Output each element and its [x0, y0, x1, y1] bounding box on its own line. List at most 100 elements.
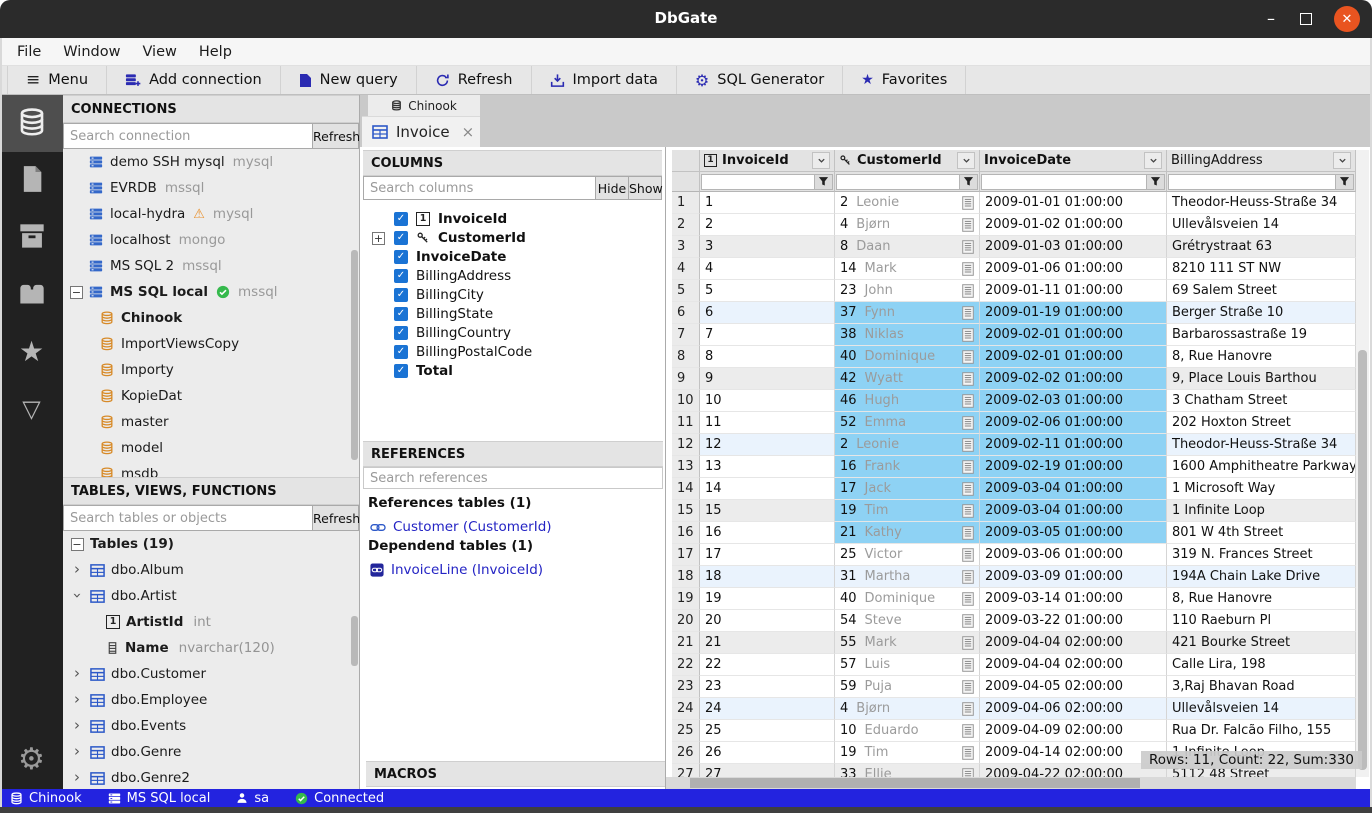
column-header-customerid[interactable]: CustomerId	[835, 150, 980, 172]
invoiceid-cell[interactable]: 20	[700, 610, 835, 632]
open-reference-icon[interactable]	[962, 262, 974, 276]
column-menu-chevron-icon[interactable]	[812, 152, 830, 169]
invoicedate-cell[interactable]: 2009-04-05 02:00:00	[980, 676, 1167, 698]
column-checkbox-row[interactable]: ✓ BillingPostalCode	[360, 342, 665, 361]
invoicedate-cell[interactable]: 2009-01-06 01:00:00	[980, 258, 1167, 280]
row-number-cell[interactable]: 8	[672, 346, 700, 368]
column-menu-chevron-icon[interactable]	[957, 152, 975, 169]
invoiceid-cell[interactable]: 5	[700, 280, 835, 302]
database-item[interactable]: KopieDat	[63, 383, 359, 409]
invoicedate-cell[interactable]: 2009-02-11 01:00:00	[980, 434, 1167, 456]
open-reference-icon[interactable]	[962, 350, 974, 364]
tree-node[interactable]: › dbo.Events	[63, 713, 359, 739]
invoicedate-cell[interactable]: 2009-04-04 02:00:00	[980, 632, 1167, 654]
open-reference-icon[interactable]	[962, 548, 974, 562]
customerid-cell[interactable]: 19 Tim	[835, 742, 980, 764]
row-number-cell[interactable]: 16	[672, 522, 700, 544]
references-search-input[interactable]	[363, 467, 663, 489]
customerid-cell[interactable]: 33 Ellie	[835, 764, 980, 777]
invoiceid-cell[interactable]: 23	[700, 676, 835, 698]
row-number-cell[interactable]: 23	[672, 676, 700, 698]
billingaddress-cell[interactable]: Barbarossastraße 19	[1167, 324, 1356, 346]
database-item[interactable]: msdb	[63, 461, 359, 477]
columns-search-input[interactable]	[363, 176, 596, 200]
column-menu-chevron-icon[interactable]	[1144, 152, 1162, 169]
grid-horizontal-scrollbar[interactable]	[666, 777, 1356, 789]
customerid-cell[interactable]: 31 Martha	[835, 566, 980, 588]
row-number-cell[interactable]: 1	[672, 192, 700, 214]
invoicedate-cell[interactable]: 2009-02-06 01:00:00	[980, 412, 1167, 434]
row-number-cell[interactable]: 9	[672, 368, 700, 390]
customerid-cell[interactable]: 4 Bjørn	[835, 698, 980, 720]
tables-refresh-button[interactable]: Refresh	[313, 505, 359, 531]
invoicedate-cell[interactable]: 2009-04-09 02:00:00	[980, 720, 1167, 742]
tree-node[interactable]: › dbo.Customer	[63, 661, 359, 687]
invoiceid-cell[interactable]: 10	[700, 390, 835, 412]
filter-funnel-icon[interactable]	[1147, 174, 1165, 190]
maximize-button[interactable]	[1300, 13, 1312, 25]
open-reference-icon[interactable]	[962, 240, 974, 254]
rail-cell-data-item[interactable]	[0, 266, 63, 323]
menu-item[interactable]: View	[131, 41, 187, 63]
open-reference-icon[interactable]	[962, 416, 974, 430]
invoicedate-cell[interactable]: 2009-01-11 01:00:00	[980, 280, 1167, 302]
column-checkbox[interactable]: ✓	[394, 326, 408, 340]
customerid-cell[interactable]: 8 Daan	[835, 236, 980, 258]
invoicedate-cell[interactable]: 2009-04-22 02:00:00	[980, 764, 1167, 777]
column-checkbox[interactable]: ✓	[394, 307, 408, 321]
customerid-cell[interactable]: 4 Bjørn	[835, 214, 980, 236]
row-number-cell[interactable]: 3	[672, 236, 700, 258]
billingaddress-cell[interactable]: 8, Rue Hanovre	[1167, 346, 1356, 368]
invoicedate-cell[interactable]: 2009-01-01 01:00:00	[980, 192, 1167, 214]
menu-item[interactable]: Help	[188, 41, 243, 63]
billingaddress-cell[interactable]: Berger Straße 10	[1167, 302, 1356, 324]
open-reference-icon[interactable]	[962, 724, 974, 738]
invoiceid-cell[interactable]: 26	[700, 742, 835, 764]
invoicedate-cell[interactable]: 2009-03-04 01:00:00	[980, 500, 1167, 522]
customerid-cell[interactable]: 17 Jack	[835, 478, 980, 500]
close-button[interactable]: ✕	[1334, 6, 1360, 32]
column-checkbox-row[interactable]: ✓ Total	[360, 361, 665, 380]
billingaddress-cell[interactable]: 1 Infinite Loop	[1167, 500, 1356, 522]
open-reference-icon[interactable]	[962, 746, 974, 760]
column-checkbox-row[interactable]: ✓ InvoiceDate	[360, 247, 665, 266]
customerid-cell[interactable]: 52 Emma	[835, 412, 980, 434]
billingaddress-cell[interactable]: 110 Raeburn Pl	[1167, 610, 1356, 632]
connection-search-input[interactable]	[63, 123, 313, 149]
tree-node[interactable]: › dbo.Artist	[63, 583, 359, 609]
invoicedate-cell[interactable]: 2009-03-06 01:00:00	[980, 544, 1167, 566]
invoiceid-cell[interactable]: 13	[700, 456, 835, 478]
invoiceid-cell[interactable]: 17	[700, 544, 835, 566]
billingaddress-cell[interactable]: 1600 Amphitheatre Parkway	[1167, 456, 1356, 478]
customerid-cell[interactable]: 37 Fynn	[835, 302, 980, 324]
row-number-cell[interactable]: 14	[672, 478, 700, 500]
tables-scrollbar-thumb[interactable]	[351, 616, 358, 666]
add-connection-button[interactable]: Add connection	[107, 66, 281, 94]
rail-settings-item[interactable]: ⚙	[0, 745, 63, 775]
billingaddress-cell[interactable]: Rua Dr. Falcão Filho, 155	[1167, 720, 1356, 742]
favorites-button[interactable]: ★ Favorites	[843, 66, 966, 94]
column-checkbox[interactable]: ✓	[394, 231, 408, 245]
row-number-cell[interactable]: 25	[672, 720, 700, 742]
invoicedate-cell[interactable]: 2009-02-03 01:00:00	[980, 390, 1167, 412]
connections-scrollbar-thumb[interactable]	[351, 250, 358, 460]
column-checkbox-row[interactable]: ✓ BillingCountry	[360, 323, 665, 342]
show-button[interactable]: Show	[629, 176, 662, 200]
tab-invoice[interactable]: Invoice ×	[362, 116, 480, 147]
billingaddress-cell[interactable]: 3 Chatham Street	[1167, 390, 1356, 412]
tree-node[interactable]: › dbo.Employee	[63, 687, 359, 713]
reference-link-invoiceline[interactable]: InvoiceLine (InvoiceId)	[368, 559, 658, 581]
database-item[interactable]: model	[63, 435, 359, 461]
customerid-cell[interactable]: 38 Niklas	[835, 324, 980, 346]
rail-archive-item[interactable]	[0, 209, 63, 266]
row-number-cell[interactable]: 24	[672, 698, 700, 720]
filter-funnel-icon[interactable]	[1336, 174, 1354, 190]
invoicedate-cell[interactable]: 2009-02-01 01:00:00	[980, 324, 1167, 346]
row-number-cell[interactable]: 10	[672, 390, 700, 412]
column-checkbox[interactable]: ✓	[394, 288, 408, 302]
row-number-cell[interactable]: 7	[672, 324, 700, 346]
connection-item[interactable]: localhost mongo	[63, 227, 359, 253]
grid-horizontal-scrollbar-thumb[interactable]	[690, 778, 1140, 788]
customerid-cell[interactable]: 55 Mark	[835, 632, 980, 654]
invoiceid-cell[interactable]: 9	[700, 368, 835, 390]
